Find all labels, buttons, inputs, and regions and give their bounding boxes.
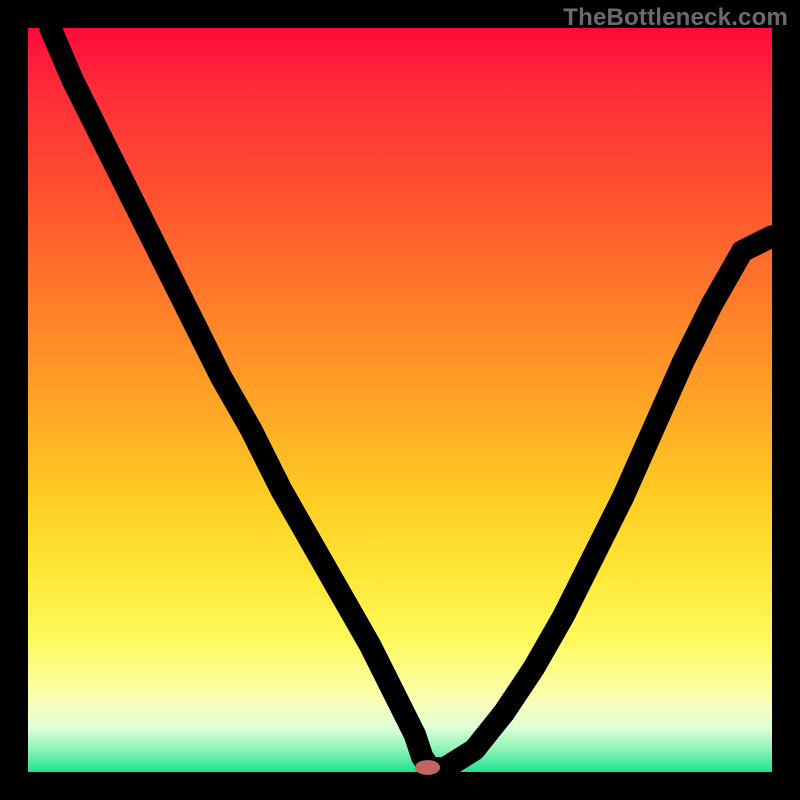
chart-frame: TheBottleneck.com	[0, 0, 800, 800]
curve-svg	[28, 28, 772, 772]
plot-area	[28, 28, 772, 772]
bottleneck-curve	[50, 28, 772, 768]
optimal-point-marker	[415, 760, 440, 775]
